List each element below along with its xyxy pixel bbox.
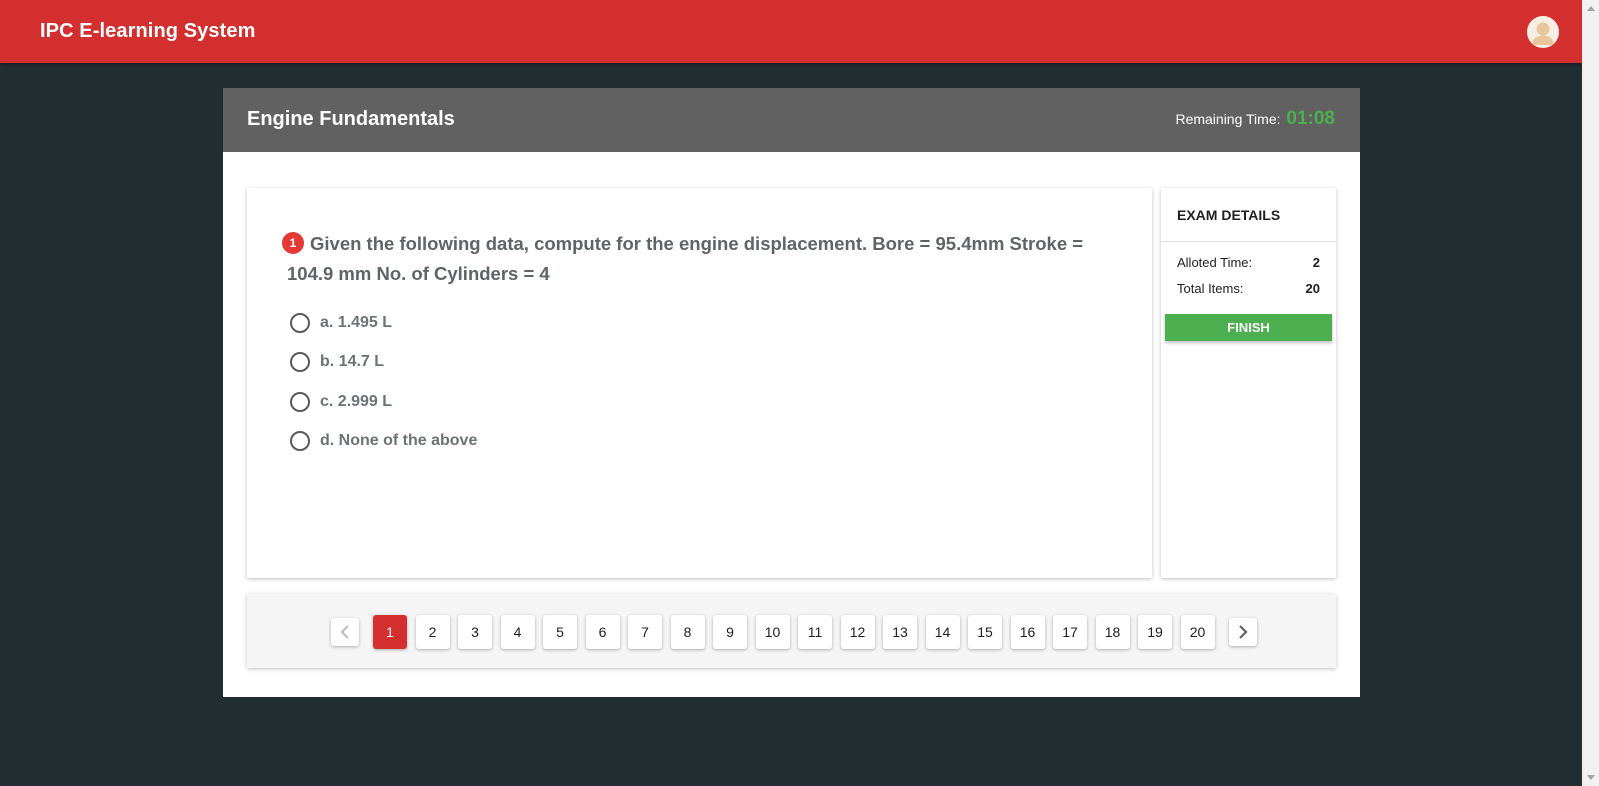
page-button-16[interactable]: 16 (1010, 615, 1045, 649)
page-button-9[interactable]: 9 (713, 615, 747, 649)
option-label: d. None of the above (320, 432, 478, 449)
option-d[interactable]: d. None of the above (290, 429, 477, 453)
option-label: c. 2.999 L (320, 393, 393, 410)
alloted-time-value: 2 (1312, 255, 1320, 270)
question-text: Given the following data, compute for th… (287, 233, 1084, 284)
page-button-19[interactable]: 19 (1138, 615, 1172, 649)
page-button-2[interactable]: 2 (415, 615, 450, 649)
exam-card: Engine Fundamentals Remaining Time: 01:0… (223, 88, 1360, 697)
page-button-18[interactable]: 18 (1095, 615, 1130, 649)
page-button-20[interactable]: 20 (1180, 615, 1215, 649)
alloted-time-row: Alloted Time: 2 (1177, 255, 1320, 270)
exam-details-panel: EXAM DETAILS Alloted Time: 2 Total Items… (1161, 188, 1336, 578)
option-label: a. 1.495 L (320, 314, 393, 331)
remaining-time: Remaining Time: 01:08 (1175, 108, 1335, 130)
radio-button[interactable] (290, 352, 310, 372)
page-button-12[interactable]: 12 (840, 615, 875, 649)
total-items-label: Total Items: (1177, 281, 1244, 296)
scroll-down-icon[interactable] (1582, 769, 1599, 786)
page-button-6[interactable]: 6 (585, 615, 620, 649)
page-button-15[interactable]: 15 (968, 615, 1002, 649)
total-items-row: Total Items: 20 (1177, 281, 1320, 296)
page-button-17[interactable]: 17 (1053, 615, 1087, 649)
remaining-time-value: 01:08 (1286, 108, 1335, 129)
option-label: b. 14.7 L (320, 353, 385, 370)
radio-button[interactable] (290, 313, 310, 333)
chevron-right-icon[interactable] (1229, 618, 1257, 646)
question-panel: 1 Given the following data, compute for … (247, 188, 1152, 578)
exam-title: Engine Fundamentals (247, 108, 455, 130)
remaining-time-label: Remaining Time: (1175, 111, 1281, 127)
page-button-1[interactable]: 1 (373, 615, 407, 649)
finish-button[interactable]: FINISH (1165, 314, 1332, 341)
scroll-up-icon[interactable] (1582, 0, 1599, 17)
divider (1161, 241, 1336, 242)
page-button-13[interactable]: 13 (883, 615, 917, 649)
page-button-14[interactable]: 14 (925, 615, 960, 649)
page-button-7[interactable]: 7 (628, 615, 662, 649)
page-button-4[interactable]: 4 (500, 615, 535, 649)
option-a[interactable]: a. 1.495 L (290, 311, 392, 335)
page-button-8[interactable]: 8 (670, 615, 705, 649)
page-scrollbar[interactable] (1582, 0, 1599, 786)
app-title: IPC E-learning System (40, 20, 256, 42)
page-button-11[interactable]: 11 (798, 615, 832, 649)
radio-button[interactable] (290, 431, 310, 451)
page-list: 1 2 3 4 5 6 7 8 9 10 11 12 13 14 15 16 17 18 19 20 (373, 615, 1223, 649)
page-button-5[interactable]: 5 (543, 615, 577, 649)
option-c[interactable]: c. 2.999 L (290, 390, 392, 414)
chevron-left-icon[interactable] (331, 618, 359, 646)
pagination-panel: 1 2 3 4 5 6 7 8 9 10 11 12 13 14 15 16 17 18 19 20 (247, 594, 1336, 668)
total-items-value: 20 (1305, 281, 1320, 296)
user-avatar-icon[interactable] (1527, 16, 1559, 48)
page-button-3[interactable]: 3 (458, 615, 492, 649)
page-button-10[interactable]: 10 (755, 615, 790, 649)
alloted-time-label: Alloted Time: (1177, 255, 1253, 270)
option-b[interactable]: b. 14.7 L (290, 350, 384, 374)
exam-header: Engine Fundamentals Remaining Time: 01:0… (223, 88, 1360, 152)
radio-button[interactable] (290, 392, 310, 412)
exam-details-title: EXAM DETAILS (1177, 207, 1281, 223)
pagination: 1 2 3 4 5 6 7 8 9 10 11 12 13 14 15 16 17 18 19 20 (331, 615, 1257, 649)
top-navbar: IPC E-learning System (0, 0, 1582, 63)
